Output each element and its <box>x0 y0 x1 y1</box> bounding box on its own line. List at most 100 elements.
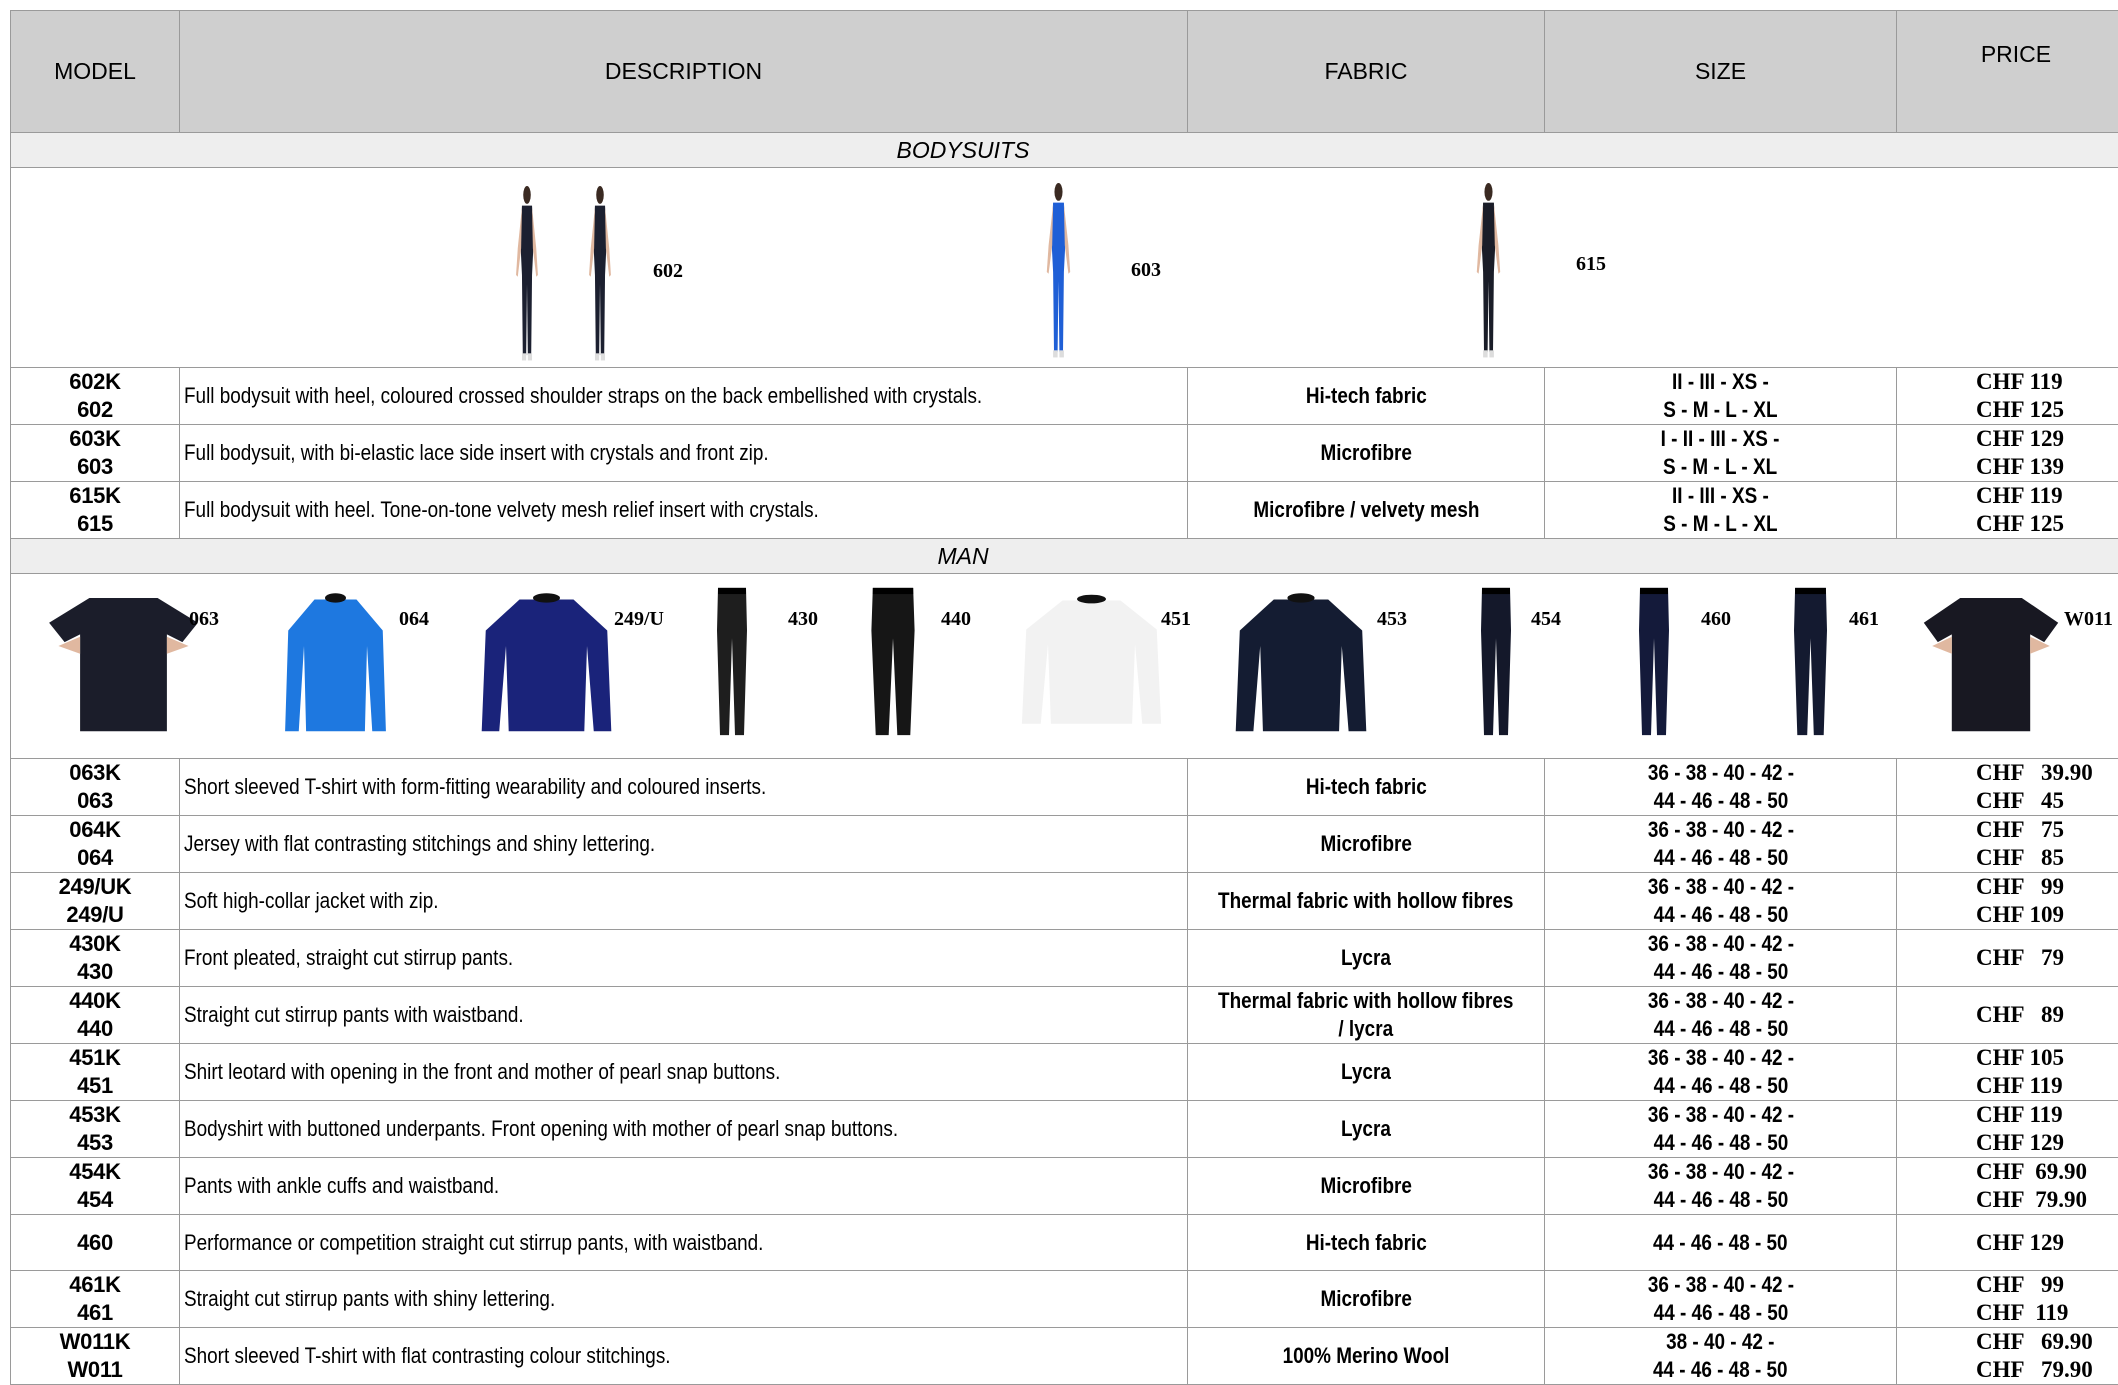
size-text: 38 - 40 - 42 -44 - 46 - 48 - 50 <box>1653 1328 1788 1384</box>
size-text: 36 - 38 - 40 - 42 -44 - 46 - 48 - 50 <box>1647 1101 1793 1157</box>
model-cell: 460 <box>11 1215 180 1271</box>
size-text: 36 - 38 - 40 - 42 -44 - 46 - 48 - 50 <box>1647 930 1793 986</box>
description-text: Full bodysuit, with bi-elastic lace side… <box>184 440 769 466</box>
section-row-man: MAN <box>11 539 2118 574</box>
man-image-label: 440 <box>941 608 971 631</box>
price-cell: CHF 75 CHF 85 <box>1897 816 2118 873</box>
description-text: Straight cut stirrup pants with waistban… <box>184 1002 524 1028</box>
bodysuit-603-figure <box>1036 183 1081 366</box>
description-cell: Full bodysuit with heel. Tone-on-tone ve… <box>180 482 1188 539</box>
description-text: Bodyshirt with buttoned underpants. Fron… <box>184 1116 898 1142</box>
fabric-text: Microfibre <box>1320 830 1411 858</box>
model-cell: 249/UK249/U <box>11 873 180 930</box>
fabric-text: Hi-tech fabric <box>1306 1229 1427 1257</box>
bodysuits-image-strip: 602603615 <box>11 168 2118 367</box>
price-cell: CHF 79 <box>1897 930 2118 987</box>
fabric-cell: Thermal fabric with hollow fibres/ lycra <box>1188 987 1545 1044</box>
price-cell: CHF 69.90 CHF 79.90 <box>1897 1328 2118 1385</box>
size-cell: 36 - 38 - 40 - 42 -44 - 46 - 48 - 50 <box>1545 1158 1897 1215</box>
fabric-cell: Hi-tech fabric <box>1188 368 1545 425</box>
description-cell: Front pleated, straight cut stirrup pant… <box>180 930 1188 987</box>
description-text: Jersey with flat contrasting stitchings … <box>184 831 655 857</box>
bodysuit-image-label: 602 <box>653 260 683 283</box>
model-cell: 602K602 <box>11 368 180 425</box>
fabric-text: Microfibre <box>1320 439 1411 467</box>
description-cell: Pants with ankle cuffs and waistband. <box>180 1158 1188 1215</box>
model-cell: 453K453 <box>11 1101 180 1158</box>
product-460-figure <box>1629 584 1679 744</box>
man-row: 461K461Straight cut stirrup pants with s… <box>11 1271 2118 1328</box>
price-cell: CHF 89 <box>1897 987 2118 1044</box>
product-063-figure <box>46 584 201 744</box>
price-cell: CHF 69.90 CHF 79.90 <box>1897 1158 2118 1215</box>
product-440-figure <box>857 584 929 744</box>
size-cell: 36 - 38 - 40 - 42 -44 - 46 - 48 - 50 <box>1545 873 1897 930</box>
man-image-label: 454 <box>1531 608 1561 631</box>
size-cell: 44 - 46 - 48 - 50 <box>1545 1215 1897 1271</box>
man-image-label: 461 <box>1849 608 1879 631</box>
bodysuit-615-figure <box>1466 183 1511 366</box>
model-cell: 603K603 <box>11 425 180 482</box>
fabric-cell: Lycra <box>1188 1101 1545 1158</box>
size-cell: 38 - 40 - 42 -44 - 46 - 48 - 50 <box>1545 1328 1897 1385</box>
product-w011-figure <box>1921 584 2061 744</box>
size-text: 44 - 46 - 48 - 50 <box>1653 1229 1788 1257</box>
bodysuits-image-row: 602603615 <box>11 168 2118 368</box>
size-cell: 36 - 38 - 40 - 42 -44 - 46 - 48 - 50 <box>1545 816 1897 873</box>
description-cell: Short sleeved T-shirt with flat contrast… <box>180 1328 1188 1385</box>
description-cell: Bodyshirt with buttoned underpants. Fron… <box>180 1101 1188 1158</box>
description-cell: Performance or competition straight cut … <box>180 1215 1188 1271</box>
man-row: 451K451Shirt leotard with opening in the… <box>11 1044 2118 1101</box>
man-row: 460Performance or competition straight c… <box>11 1215 2118 1271</box>
description-text: Straight cut stirrup pants with shiny le… <box>184 1286 555 1312</box>
man-row: 063K063Short sleeved T-shirt with form-f… <box>11 759 2118 816</box>
man-image-label: 249/U <box>614 608 664 631</box>
fabric-cell: 100% Merino Wool <box>1188 1328 1545 1385</box>
size-cell: 36 - 38 - 40 - 42 -44 - 46 - 48 - 50 <box>1545 759 1897 816</box>
man-row: 453K453Bodyshirt with buttoned underpant… <box>11 1101 2118 1158</box>
price-cell: CHF 129 CHF 139 <box>1897 425 2118 482</box>
size-cell: 36 - 38 - 40 - 42 -44 - 46 - 48 - 50 <box>1545 1271 1897 1328</box>
description-text: Short sleeved T-shirt with flat contrast… <box>184 1343 671 1369</box>
bodysuit-row: 603K603Full bodysuit, with bi-elastic la… <box>11 425 2118 482</box>
section-title-man: MAN <box>937 543 988 569</box>
size-cell: 36 - 38 - 40 - 42 -44 - 46 - 48 - 50 <box>1545 930 1897 987</box>
fabric-cell: Lycra <box>1188 930 1545 987</box>
fabric-cell: Microfibre <box>1188 1158 1545 1215</box>
model-cell: 063K063 <box>11 759 180 816</box>
man-row: 064K064Jersey with flat contrasting stit… <box>11 816 2118 873</box>
description-cell: Shirt leotard with opening in the front … <box>180 1044 1188 1101</box>
man-image-label: 063 <box>189 608 219 631</box>
description-text: Full bodysuit with heel, coloured crosse… <box>184 383 982 409</box>
description-cell: Jersey with flat contrasting stitchings … <box>180 816 1188 873</box>
size-text: 36 - 38 - 40 - 42 -44 - 46 - 48 - 50 <box>1647 816 1793 872</box>
fabric-cell: Lycra <box>1188 1044 1545 1101</box>
description-cell: Straight cut stirrup pants with shiny le… <box>180 1271 1188 1328</box>
man-row: 440K440Straight cut stirrup pants with w… <box>11 987 2118 1044</box>
man-row: 249/UK249/USoft high-collar jacket with … <box>11 873 2118 930</box>
model-cell: 430K430 <box>11 930 180 987</box>
description-text: Soft high-collar jacket with zip. <box>184 888 438 914</box>
model-cell: 461K461 <box>11 1271 180 1328</box>
product-430-figure <box>707 584 757 744</box>
model-cell: 454K454 <box>11 1158 180 1215</box>
catalog-table: MODEL DESCRIPTION FABRIC SIZE PRICE BODY… <box>10 10 2118 1385</box>
description-cell: Short sleeved T-shirt with form-fitting … <box>180 759 1188 816</box>
price-cell: CHF 119 CHF 125 <box>1897 482 2118 539</box>
description-cell: Full bodysuit, with bi-elastic lace side… <box>180 425 1188 482</box>
man-row: W011KW011Short sleeved T-shirt with flat… <box>11 1328 2118 1385</box>
man-row: 454K454Pants with ankle cuffs and waistb… <box>11 1158 2118 1215</box>
product-454-figure <box>1471 584 1521 744</box>
model-cell: 440K440 <box>11 987 180 1044</box>
size-text: II - III - XS -S - M - L - XL <box>1663 482 1777 538</box>
description-cell: Straight cut stirrup pants with waistban… <box>180 987 1188 1044</box>
description-text: Short sleeved T-shirt with form-fitting … <box>184 774 766 800</box>
model-cell: 615K615 <box>11 482 180 539</box>
fabric-text: Hi-tech fabric <box>1306 773 1427 801</box>
description-text: Front pleated, straight cut stirrup pant… <box>184 945 513 971</box>
size-text: 36 - 38 - 40 - 42 -44 - 46 - 48 - 50 <box>1647 759 1793 815</box>
price-cell: CHF 129 <box>1897 1215 2118 1271</box>
header-row: MODEL DESCRIPTION FABRIC SIZE PRICE <box>11 11 2118 133</box>
bodysuit-row: 602K602Full bodysuit with heel, coloured… <box>11 368 2118 425</box>
model-cell: 451K451 <box>11 1044 180 1101</box>
